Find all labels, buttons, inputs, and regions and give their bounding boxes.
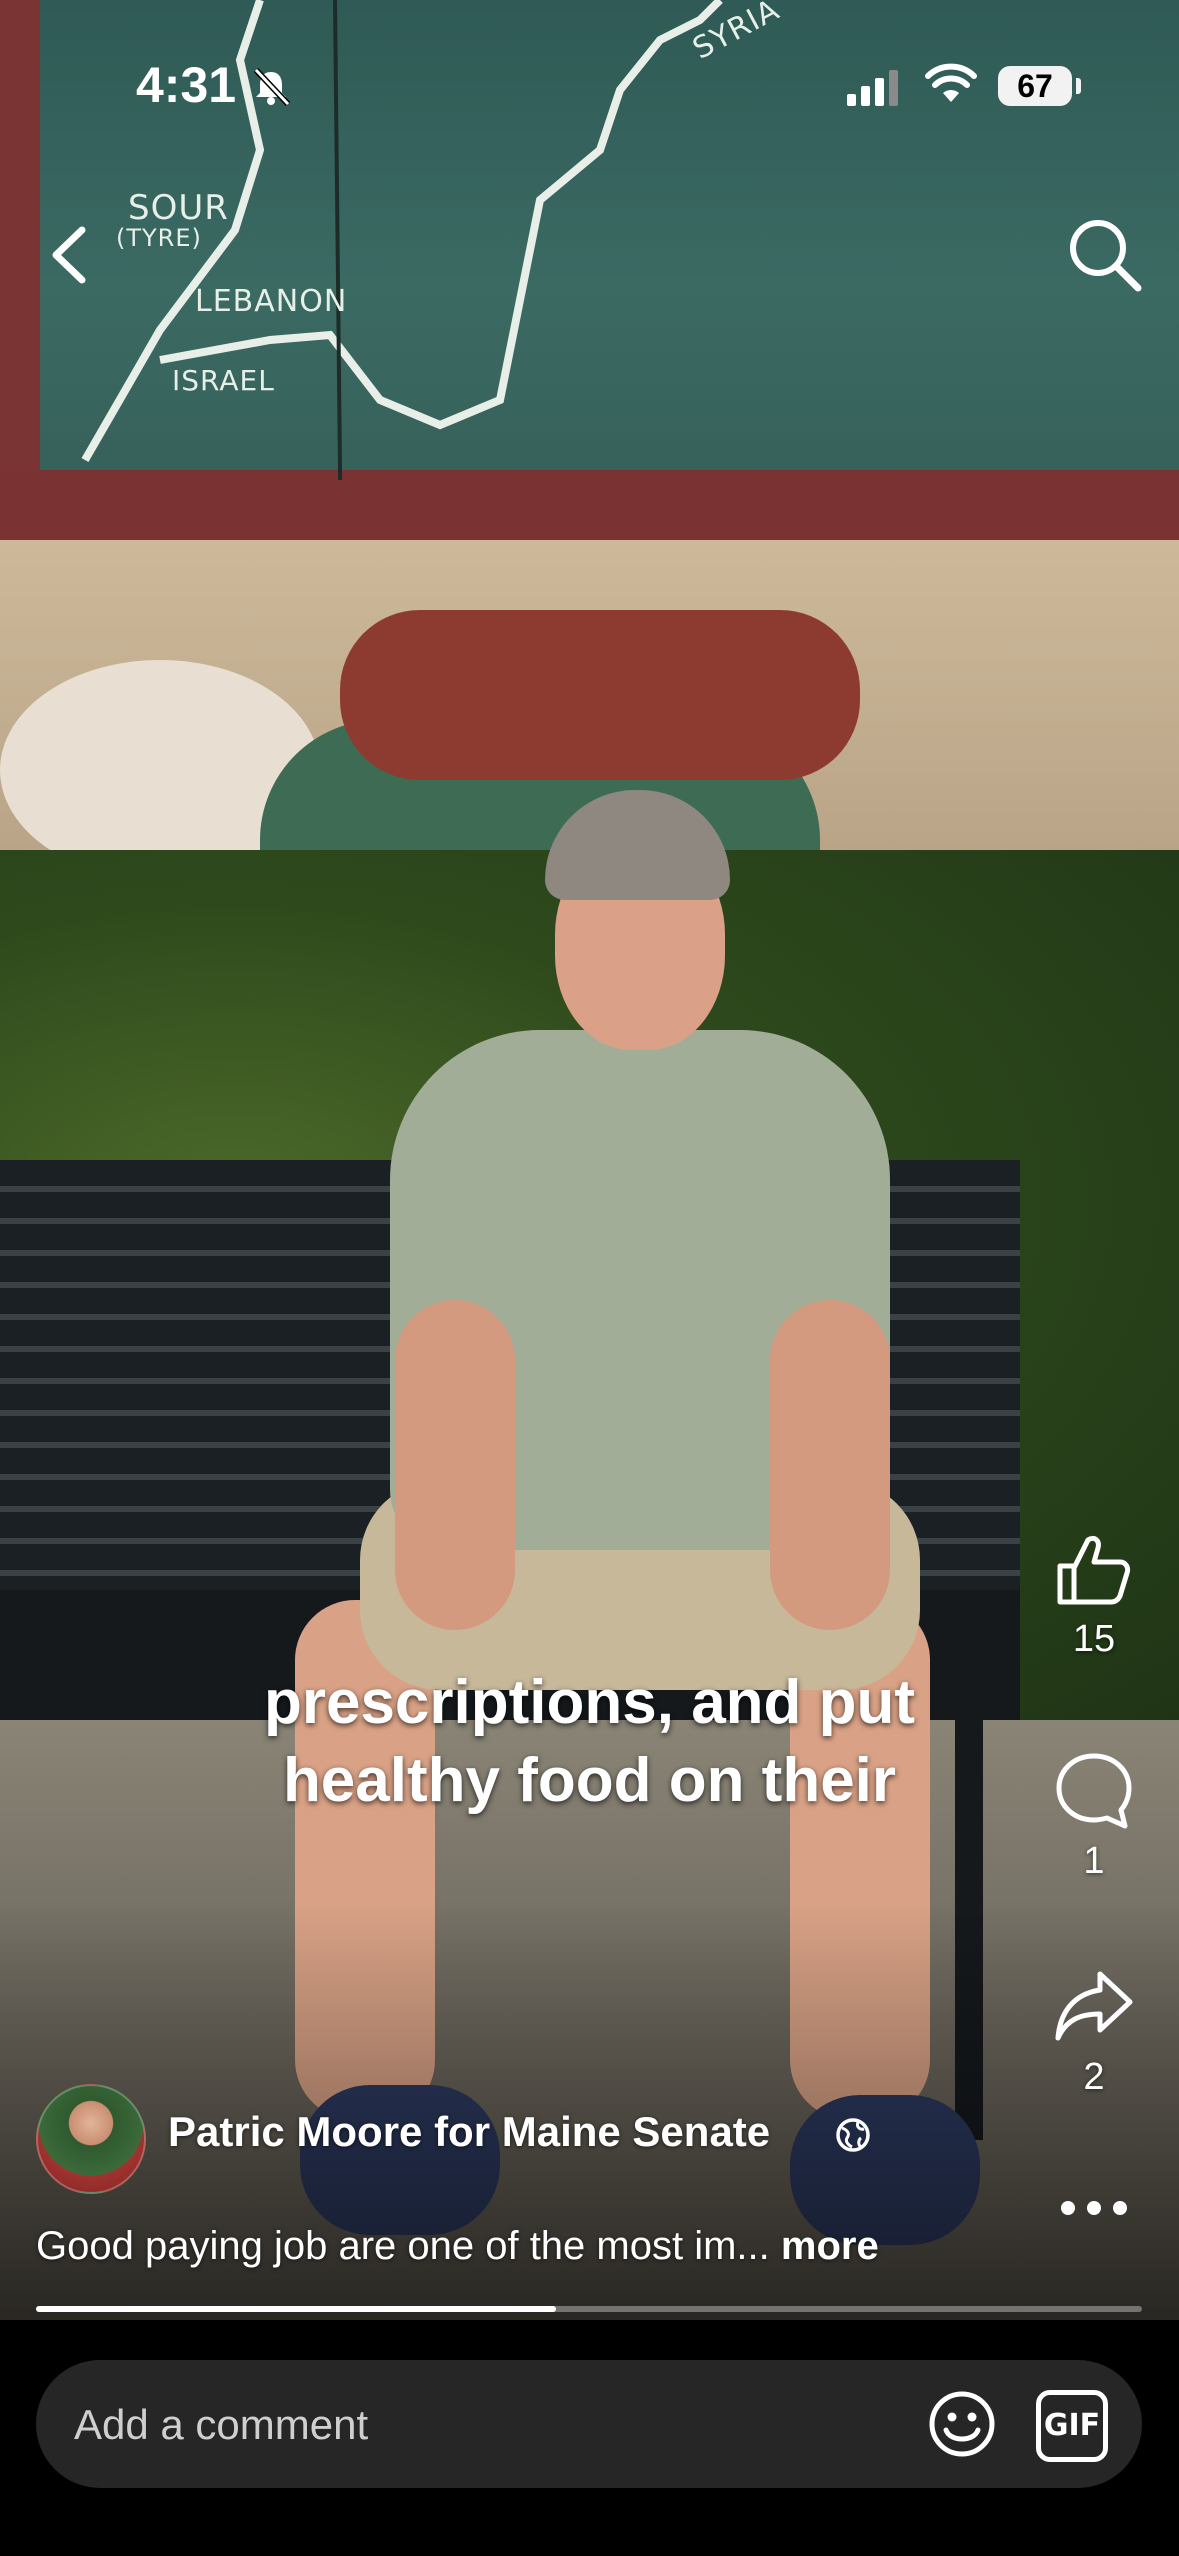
signal-icon — [847, 70, 898, 106]
back-button[interactable] — [40, 222, 100, 288]
status-time: 4:31 — [136, 57, 237, 113]
gif-icon[interactable]: GIF — [1036, 2390, 1108, 2462]
comment-count: 1 — [1083, 1840, 1105, 1882]
video-caption: prescriptions, and put healthy food on t… — [0, 1664, 1179, 1820]
video-progress-bar[interactable] — [36, 2306, 1142, 2312]
comment-input[interactable] — [72, 2388, 896, 2462]
more-link[interactable]: more — [781, 2224, 879, 2268]
share-icon — [1055, 1971, 1133, 2041]
person-arm — [770, 1300, 890, 1630]
share-count: 2 — [1083, 2056, 1105, 2098]
share-button[interactable]: 2 — [1034, 1966, 1154, 2099]
comment-button[interactable]: 1 — [1034, 1750, 1154, 1883]
mural-label: ISRAEL — [172, 364, 275, 397]
comment-icon — [1056, 1753, 1132, 1829]
author-name[interactable]: Patric Moore for Maine Senate — [168, 2108, 770, 2156]
caption-line: prescriptions, and put — [263, 1668, 916, 1737]
mural-food — [340, 610, 860, 780]
person-arm — [395, 1300, 515, 1630]
battery-icon: 67 — [998, 66, 1072, 106]
mural-label: LEBANON — [195, 284, 348, 319]
wifi-icon — [925, 63, 977, 102]
thumbs-up-icon — [1057, 1535, 1131, 1605]
like-button[interactable]: 15 — [1034, 1530, 1154, 1661]
mural-red-band — [0, 470, 1179, 540]
globe-icon — [836, 2118, 870, 2152]
battery-cap — [1076, 78, 1081, 94]
mural-label: (TYRE) — [116, 224, 202, 252]
search-button[interactable] — [1066, 216, 1144, 294]
mural-label: SOUR — [128, 188, 229, 228]
caption-line: healthy food on their — [282, 1746, 897, 1815]
bell-slash-icon — [253, 67, 291, 107]
more-options-button[interactable] — [1056, 2188, 1132, 2228]
comment-box: GIF — [36, 2360, 1142, 2488]
video-progress-fill — [36, 2306, 556, 2312]
comment-bar: GIF — [0, 2320, 1179, 2556]
reel-screen: SYRIA SOUR (TYRE) LEBANON ISRAEL 4:31 67… — [0, 0, 1179, 2556]
emoji-icon[interactable] — [926, 2388, 998, 2460]
author-avatar[interactable] — [36, 2084, 146, 2194]
video-player[interactable]: SYRIA SOUR (TYRE) LEBANON ISRAEL — [0, 0, 1179, 2320]
post-description[interactable]: Good paying job are one of the most im..… — [36, 2224, 879, 2269]
description-text: Good paying job are one of the most im..… — [36, 2224, 770, 2268]
like-count: 15 — [1072, 1618, 1116, 1660]
